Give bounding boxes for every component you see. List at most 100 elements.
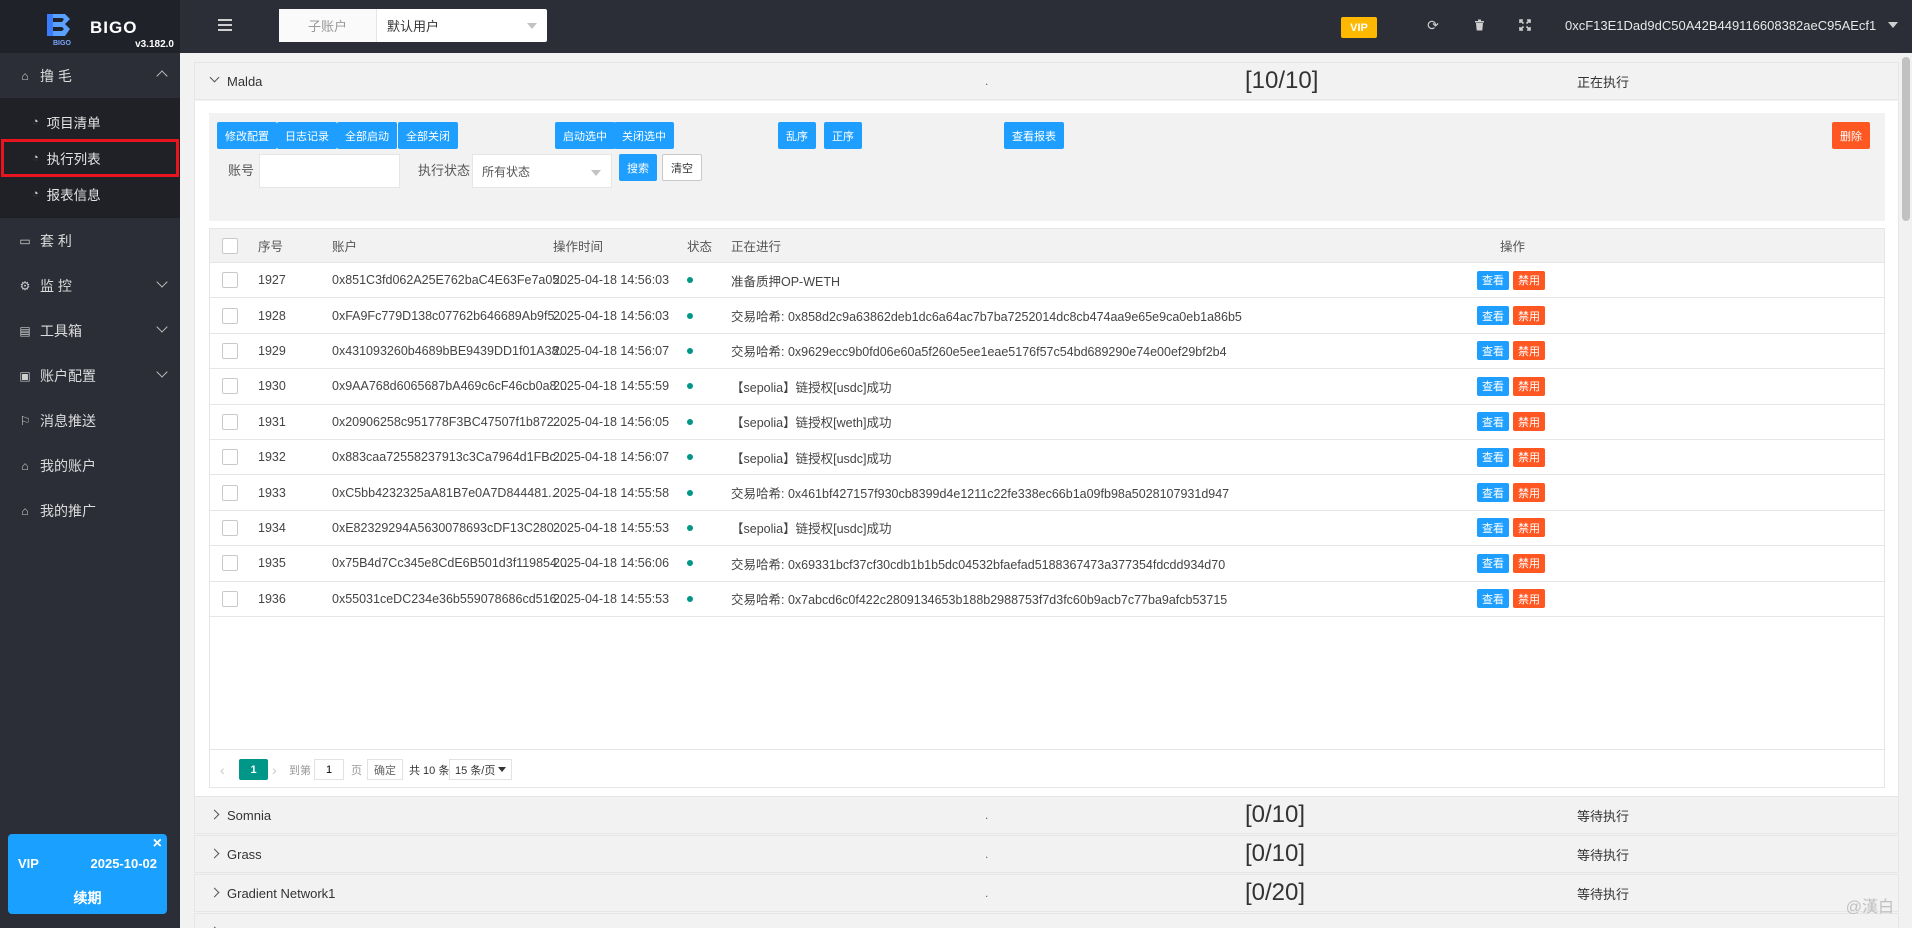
view-label: 查看 <box>1477 341 1509 361</box>
panel-header-malda[interactable]: Malda . [10/10] 正在执行 <box>194 62 1899 100</box>
row-checkbox[interactable] <box>222 582 238 616</box>
panel-header-somnia[interactable]: Somnia . [0/10] 等待执行 <box>194 796 1899 834</box>
panel-header-grass[interactable]: Grass . [0/10] 等待执行 <box>194 835 1899 873</box>
nav-group-monitor[interactable]: ⚙ 监 控 <box>0 263 180 308</box>
row-progress: 交易哈希: 0x9629ecc9b0fd06e60a5f260e5ee1eae5… <box>731 345 1227 360</box>
nav-group-account-config[interactable]: ▣ 账户配置 <box>0 353 180 398</box>
row-view-button[interactable]: 查看 <box>1477 475 1509 509</box>
row-checkbox[interactable] <box>222 298 238 332</box>
row-view-button[interactable]: 查看 <box>1477 263 1509 297</box>
col-progress: 正在进行 <box>731 240 782 254</box>
row-checkbox[interactable] <box>222 440 238 474</box>
nav-group-toolbox[interactable]: ▤ 工具箱 <box>0 308 180 353</box>
row-checkbox[interactable] <box>222 511 238 545</box>
select-all-checkbox[interactable] <box>222 229 238 262</box>
row-ban-button[interactable]: 禁用 <box>1513 440 1545 474</box>
nav-item-report-info[interactable]: ◔ 报表信息 <box>0 176 180 212</box>
nav-label: 账户配置 <box>40 367 96 384</box>
edit-config-button[interactable]: 修改配置 <box>217 122 277 149</box>
panel-separator: . <box>985 847 989 861</box>
trash-icon[interactable] <box>1471 17 1487 33</box>
wallet-address[interactable]: 0xcF13E1Dad9dC50A42B449116608382aeC95AEc… <box>1565 18 1876 33</box>
row-checkbox[interactable] <box>222 475 238 509</box>
row-checkbox[interactable] <box>222 405 238 439</box>
row-account: 0x851C3fd062A25E762baC4E63Fe7a05... <box>332 273 570 288</box>
goto-page-input[interactable] <box>314 759 344 780</box>
current-page[interactable]: 1 <box>239 759 268 780</box>
row-ban-button[interactable]: 禁用 <box>1513 582 1545 616</box>
account-filter-input[interactable] <box>259 154 400 188</box>
dashboard-icon: ◔ <box>32 188 39 200</box>
panel-header-gradient-network1[interactable]: Gradient Network1 . [0/20] 等待执行 <box>194 874 1899 912</box>
caret-down-icon[interactable] <box>1888 22 1898 28</box>
refresh-icon[interactable]: ⟳ <box>1425 17 1441 33</box>
goto-label: 到第 <box>289 764 311 777</box>
page-unit: 页 <box>351 764 362 777</box>
row-ban-button[interactable]: 禁用 <box>1513 546 1545 580</box>
row-view-button[interactable]: 查看 <box>1477 334 1509 368</box>
row-ban-button[interactable]: 禁用 <box>1513 475 1545 509</box>
menu-toggle-icon[interactable] <box>218 19 232 31</box>
row-time: 2025-04-18 14:56:07 <box>553 450 670 465</box>
panel-status: 等待执行 <box>1577 886 1630 902</box>
close-icon[interactable]: × <box>153 835 162 853</box>
prev-page-icon[interactable]: ‹ <box>220 759 225 780</box>
status-filter-select[interactable]: 所有状态 <box>472 154 612 188</box>
goto-confirm-button[interactable]: 确定 <box>367 759 403 780</box>
row-view-button[interactable]: 查看 <box>1477 440 1509 474</box>
page-scrollbar[interactable] <box>1900 53 1912 928</box>
row-id: 1935 <box>258 556 286 571</box>
stop-selected-button[interactable]: 关闭选中 <box>614 122 674 149</box>
row-progress: 【sepolia】链授权[weth]成功 <box>731 416 892 431</box>
sub-account-select[interactable]: 子账户 默认用户 <box>279 9 547 42</box>
nav-label: 我的推广 <box>40 502 96 519</box>
row-view-button[interactable]: 查看 <box>1477 369 1509 403</box>
row-account: 0x883caa72558237913c3Ca7964d1FBc... <box>332 450 567 465</box>
start-selected-button[interactable]: 启动选中 <box>555 122 615 149</box>
stop-all-button[interactable]: 全部关闭 <box>398 122 458 149</box>
sort-asc-button[interactable]: 正序 <box>824 122 862 149</box>
row-ban-button[interactable]: 禁用 <box>1513 405 1545 439</box>
row-ban-button[interactable]: 禁用 <box>1513 263 1545 297</box>
nav-item-my-promotion[interactable]: ⌂ 我的推广 <box>0 488 180 533</box>
row-view-button[interactable]: 查看 <box>1477 298 1509 332</box>
start-all-button[interactable]: 全部启动 <box>337 122 397 149</box>
shuffle-button[interactable]: 乱序 <box>778 122 816 149</box>
log-record-button[interactable]: 日志记录 <box>277 122 337 149</box>
nav-item-message-push[interactable]: ⚐ 消息推送 <box>0 398 180 443</box>
caret-down-icon <box>527 23 537 29</box>
row-ban-button[interactable]: 禁用 <box>1513 298 1545 332</box>
row-view-button[interactable]: 查看 <box>1477 582 1509 616</box>
next-page-icon[interactable]: › <box>272 759 277 780</box>
panel-header-next[interactable] <box>194 913 1899 928</box>
view-label: 查看 <box>1477 553 1509 573</box>
nav-item-project-list[interactable]: ◔ 项目清单 <box>0 104 180 140</box>
row-view-button[interactable]: 查看 <box>1477 511 1509 545</box>
clear-button[interactable]: 清空 <box>662 154 702 181</box>
nav-item-execution-list[interactable]: ◔ 执行列表 <box>1 139 179 177</box>
search-button[interactable]: 搜索 <box>619 154 657 181</box>
row-checkbox[interactable] <box>222 334 238 368</box>
row-checkbox[interactable] <box>222 546 238 580</box>
renew-button[interactable]: 续期 <box>8 888 167 908</box>
row-view-button[interactable]: 查看 <box>1477 546 1509 580</box>
row-view-button[interactable]: 查看 <box>1477 405 1509 439</box>
nav-item-my-account[interactable]: ⌂ 我的账户 <box>0 443 180 488</box>
col-time: 操作时间 <box>553 240 604 254</box>
nav-group-farming[interactable]: ⌂ 撸 毛 <box>0 53 180 98</box>
nav-group-arbitrage[interactable]: ▭ 套 利 <box>0 218 180 263</box>
delete-button[interactable]: 删除 <box>1832 122 1870 149</box>
scrollbar-thumb[interactable] <box>1902 57 1910 221</box>
row-ban-button[interactable]: 禁用 <box>1513 334 1545 368</box>
row-account: 0x9AA768d6065687bA469c6cF46cb0a8... <box>332 379 567 394</box>
ban-label: 禁用 <box>1513 270 1545 290</box>
sub-account-value[interactable]: 默认用户 <box>377 9 547 42</box>
row-checkbox[interactable] <box>222 369 238 403</box>
page-size-select[interactable]: 15 条/页 <box>449 759 512 780</box>
row-ban-button[interactable]: 禁用 <box>1513 369 1545 403</box>
row-checkbox[interactable] <box>222 263 238 297</box>
table-body: 1927 0x851C3fd062A25E762baC4E63Fe7a05...… <box>210 263 1884 617</box>
row-ban-button[interactable]: 禁用 <box>1513 511 1545 545</box>
fullscreen-icon[interactable] <box>1517 17 1533 33</box>
view-report-button[interactable]: 查看报表 <box>1004 122 1064 149</box>
